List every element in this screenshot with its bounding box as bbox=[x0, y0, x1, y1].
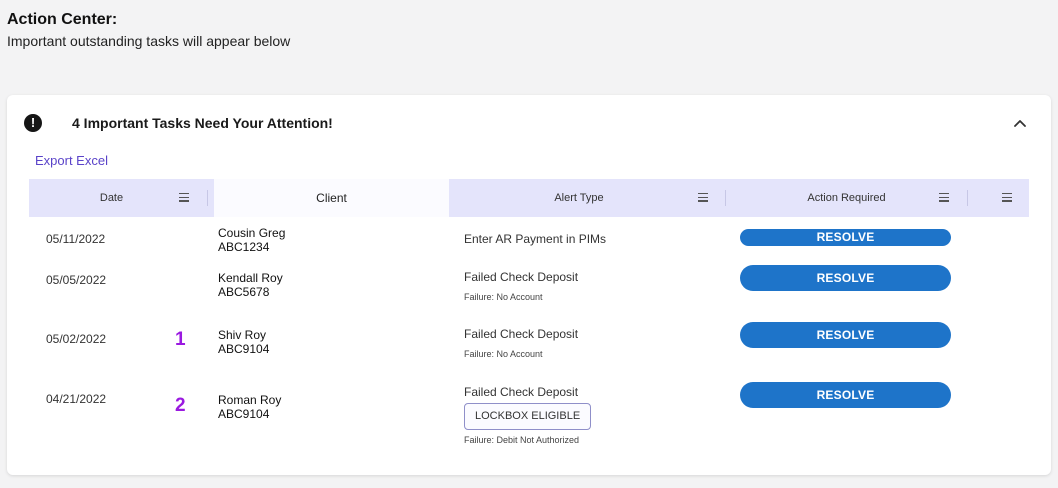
column-menu-icon[interactable] bbox=[939, 193, 949, 202]
client-name: Cousin Greg bbox=[218, 226, 286, 240]
client-id: ABC9104 bbox=[218, 342, 270, 356]
client-name: Roman Roy bbox=[218, 393, 282, 407]
page-title: Action Center: bbox=[7, 11, 118, 28]
row-date: 04/21/2022 bbox=[46, 392, 107, 406]
row-client: Roman Roy ABC9104 bbox=[218, 393, 281, 421]
column-separator[interactable] bbox=[207, 190, 208, 206]
lockbox-eligible-button[interactable]: LOCKBOX ELIGIBLE bbox=[464, 403, 592, 430]
table-row: 05/11/2022 Cousin Greg ABC1234 Enter AR … bbox=[29, 226, 1029, 262]
table-row: 05/05/2022 Kendall Roy ABC5678 Failed Ch… bbox=[29, 265, 1029, 308]
row-alert: Failed Check Deposit LOCKBOX ELIGIBLE Fa… bbox=[464, 385, 592, 446]
row-client: Shiv Roy ABC9104 bbox=[218, 328, 269, 356]
column-separator[interactable] bbox=[967, 190, 968, 206]
column-menu-icon[interactable] bbox=[698, 193, 708, 202]
tasks-card: ! 4 Important Tasks Need Your Attention!… bbox=[7, 95, 1051, 475]
row-marker-number: 2 bbox=[175, 395, 186, 416]
resolve-button[interactable]: RESOLVE bbox=[740, 322, 951, 348]
client-id: ABC5678 bbox=[218, 285, 270, 299]
resolve-button[interactable]: RESOLVE bbox=[740, 382, 951, 408]
row-client: Kendall Roy ABC5678 bbox=[218, 271, 283, 299]
page-header: Action Center: Important outstanding tas… bbox=[7, 10, 290, 50]
row-date: 05/11/2022 bbox=[46, 232, 106, 246]
alert-type-text: Failed Check Deposit bbox=[464, 385, 579, 399]
export-excel-link[interactable]: Export Excel bbox=[35, 153, 108, 169]
card-title: 4 Important Tasks Need Your Attention! bbox=[72, 115, 333, 131]
page-subtitle: Important outstanding tasks will appear … bbox=[7, 33, 291, 49]
row-date: 05/05/2022 bbox=[46, 273, 107, 287]
row-alert: Enter AR Payment in PIMs bbox=[464, 232, 606, 246]
alert-type-text: Failed Check Deposit bbox=[464, 327, 579, 341]
alert-type-text: Enter AR Payment in PIMs bbox=[464, 232, 607, 246]
lockbox-tag-wrap: LOCKBOX ELIGIBLE bbox=[464, 403, 592, 430]
resolve-button[interactable]: RESOLVE bbox=[740, 265, 951, 291]
failure-reason: Failure: No Account bbox=[464, 349, 543, 359]
resolve-button[interactable]: RESOLVE bbox=[740, 229, 951, 246]
card-header: ! 4 Important Tasks Need Your Attention! bbox=[7, 95, 1051, 150]
column-header-client[interactable]: Client bbox=[214, 179, 449, 217]
column-menu-icon[interactable] bbox=[179, 193, 189, 202]
table-row: 04/21/2022 2 Roman Roy ABC9104 Failed Ch… bbox=[29, 382, 1029, 453]
row-client: Cousin Greg ABC1234 bbox=[218, 226, 285, 254]
chevron-up-icon[interactable] bbox=[1011, 115, 1029, 133]
column-menu-icon[interactable] bbox=[1002, 193, 1012, 202]
row-alert: Failed Check Deposit Failure: No Account bbox=[464, 270, 578, 303]
table-row: 05/02/2022 1 Shiv Roy ABC9104 Failed Che… bbox=[29, 322, 1029, 365]
grid-header-row: Date Client Alert Type Action Required bbox=[29, 179, 1029, 217]
column-separator[interactable] bbox=[725, 190, 726, 206]
column-header-date[interactable]: Date bbox=[29, 179, 194, 217]
failure-reason: Failure: No Account bbox=[464, 292, 543, 302]
client-id: ABC1234 bbox=[218, 240, 270, 254]
column-header-action-required[interactable]: Action Required bbox=[731, 179, 962, 217]
column-header-alert-type[interactable]: Alert Type bbox=[457, 179, 701, 217]
row-date: 05/02/2022 bbox=[46, 332, 107, 346]
client-id: ABC9104 bbox=[218, 407, 270, 421]
row-alert: Failed Check Deposit Failure: No Account bbox=[464, 327, 578, 360]
client-name: Shiv Roy bbox=[218, 328, 267, 342]
failure-reason: Failure: Debit Not Authorized bbox=[464, 435, 580, 445]
client-name: Kendall Roy bbox=[218, 271, 283, 285]
row-marker-number: 1 bbox=[175, 329, 186, 350]
exclamation-icon: ! bbox=[24, 114, 42, 132]
alert-type-text: Failed Check Deposit bbox=[464, 270, 579, 284]
